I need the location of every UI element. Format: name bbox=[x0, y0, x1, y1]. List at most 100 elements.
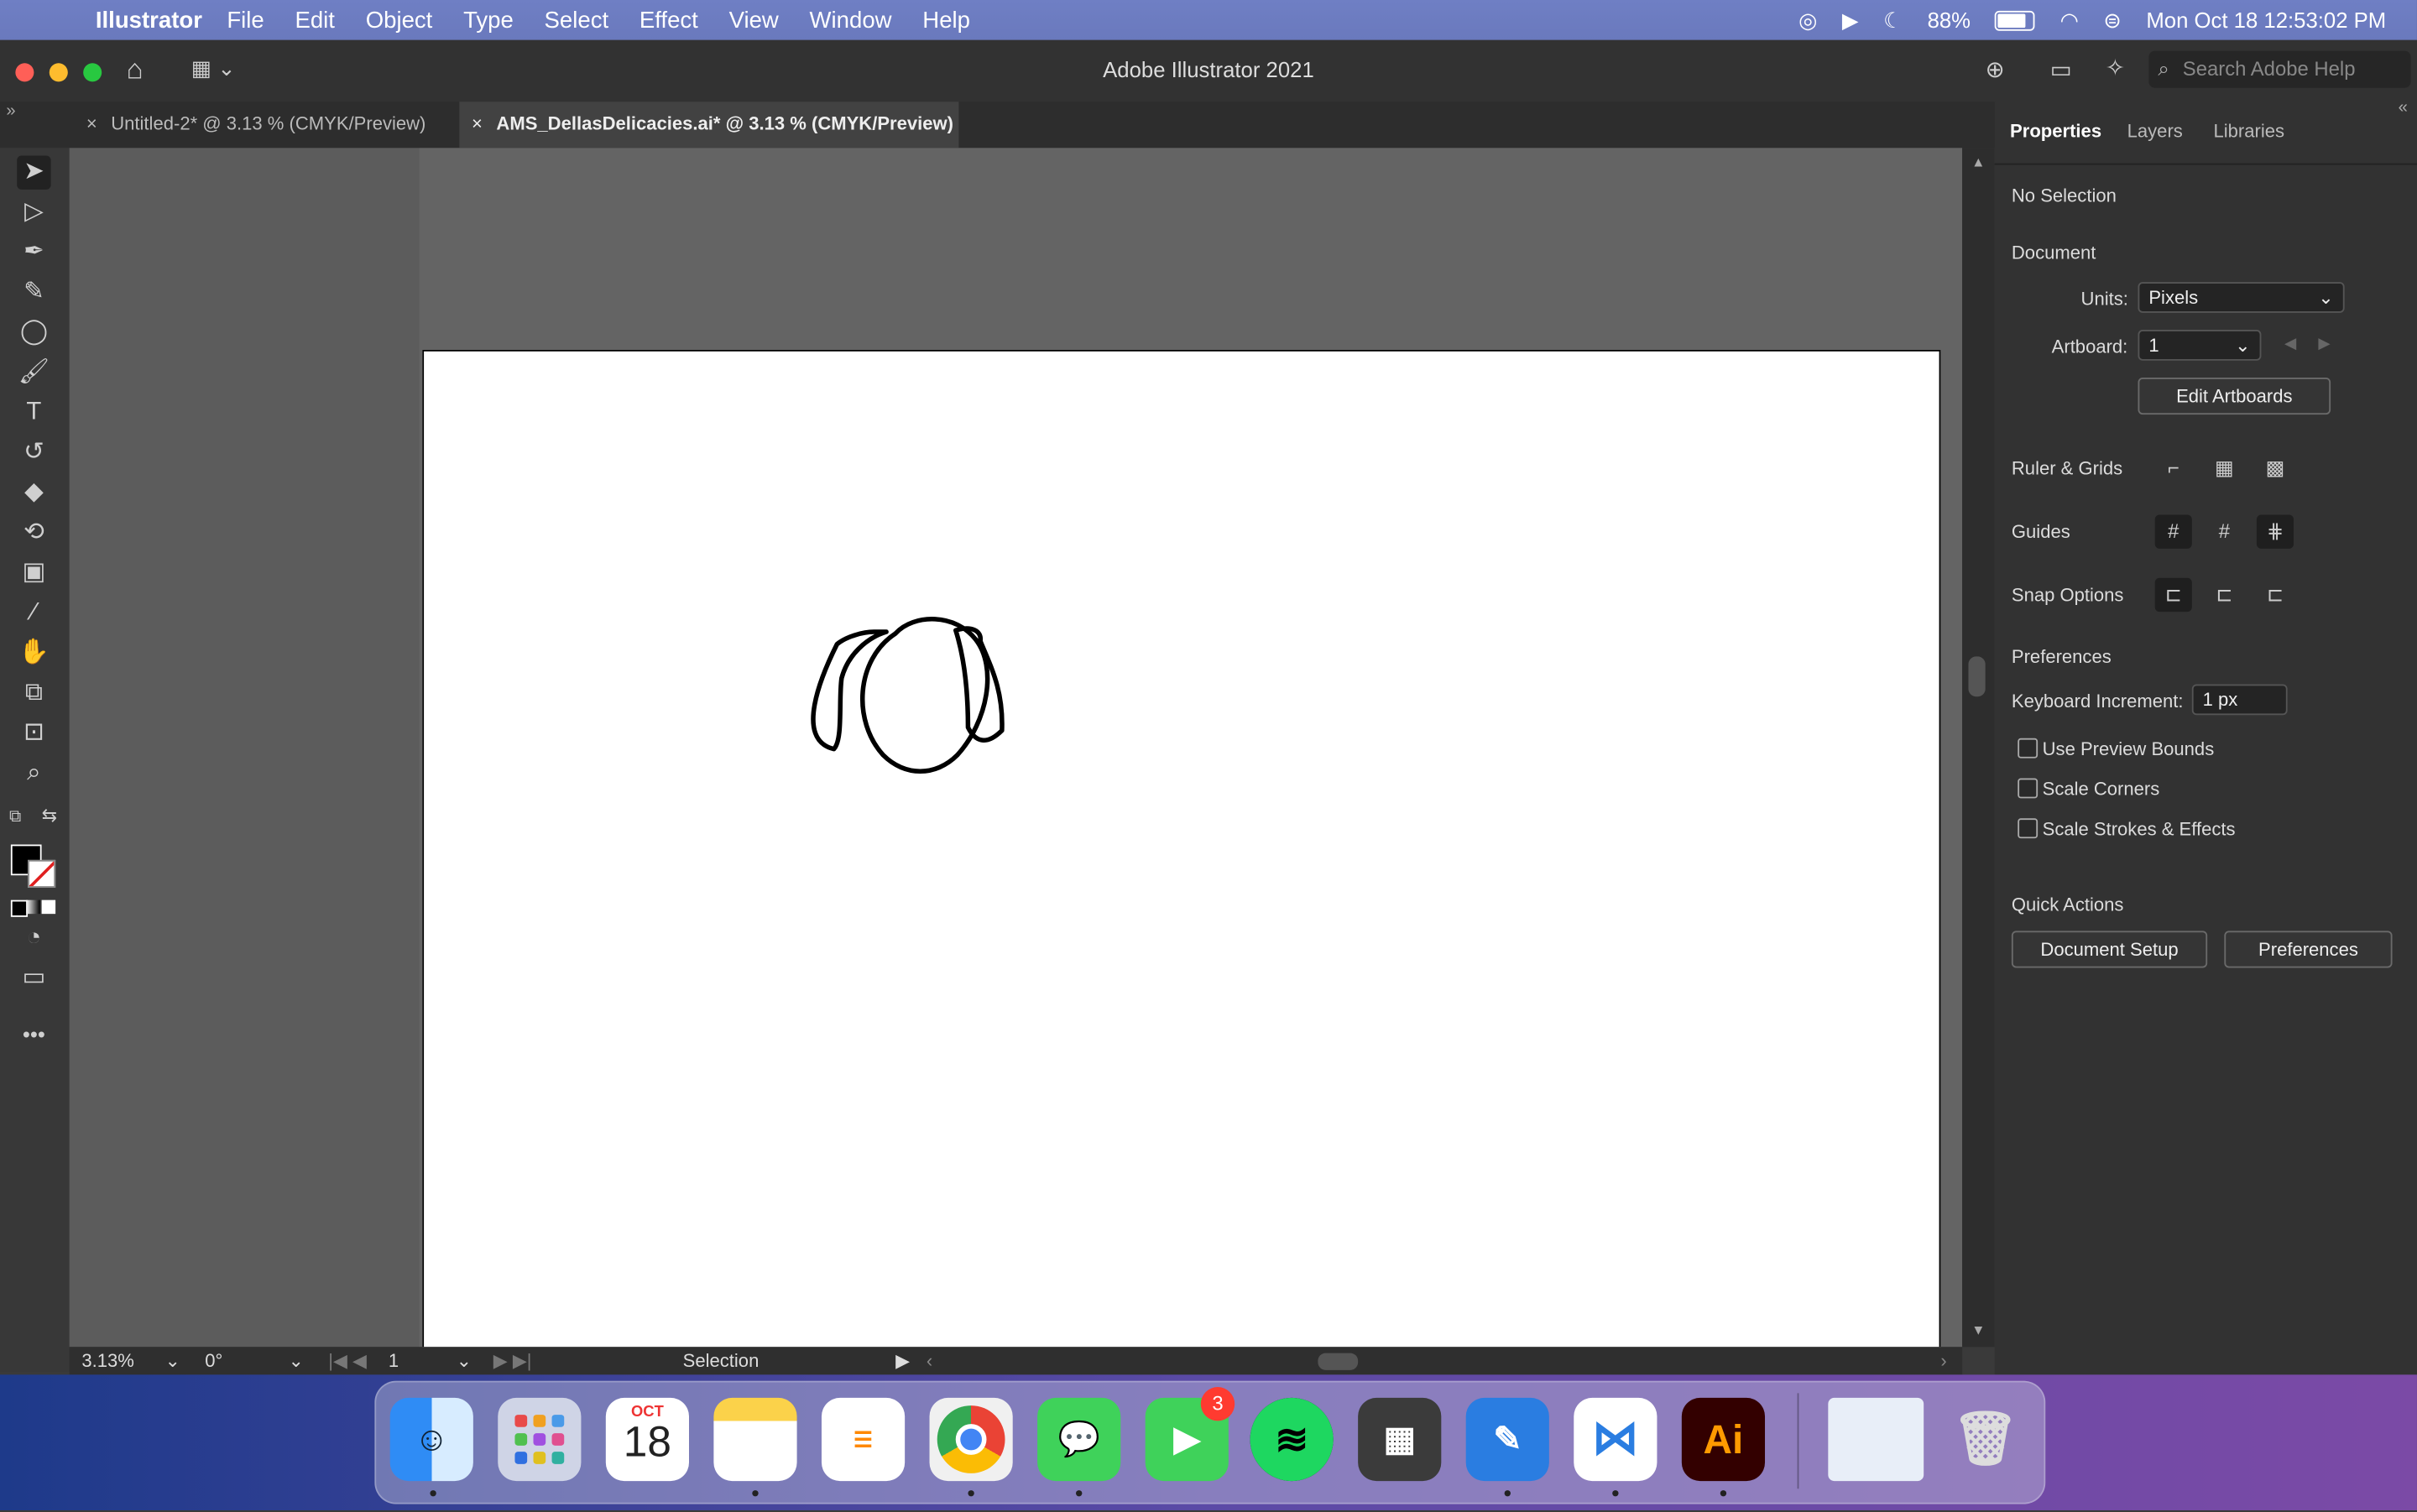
rotation-field[interactable]: 0° bbox=[205, 1350, 222, 1372]
discover-lightbulb-icon[interactable]: ✧ bbox=[2106, 54, 2125, 81]
artboard[interactable] bbox=[422, 349, 1941, 1348]
tab-ams-dellasdelicacies[interactable]: × AMS_DellasDelicacies.ai* @ 3.13 % (CMY… bbox=[459, 102, 959, 149]
canvas-area[interactable] bbox=[69, 148, 1963, 1348]
previous-artboard-icon[interactable]: ◀ bbox=[2284, 336, 2296, 352]
artboard-dropdown-icon[interactable]: ⌄ bbox=[457, 1350, 472, 1372]
rotation-dropdown-icon[interactable]: ⌄ bbox=[288, 1350, 303, 1372]
screen-mode-icon[interactable]: ▭ bbox=[17, 962, 50, 995]
creative-cloud-icon[interactable]: ◎ bbox=[1798, 7, 1817, 33]
zoom-dropdown-icon[interactable]: ⌄ bbox=[165, 1350, 180, 1372]
status-menu-icon[interactable]: ▶ bbox=[895, 1350, 910, 1372]
battery-icon[interactable] bbox=[1995, 9, 2036, 30]
play-icon[interactable]: ▶ bbox=[1842, 7, 1859, 33]
tab-untitled-2[interactable]: × Untitled-2* @ 3.13 % (CMYK/Preview) bbox=[74, 102, 457, 148]
pen-tool-icon[interactable]: ✒ bbox=[17, 236, 50, 269]
close-tab-icon[interactable]: × bbox=[472, 102, 483, 144]
grid-icon[interactable]: ▦ bbox=[2206, 451, 2242, 485]
preferences-button[interactable]: Preferences bbox=[2224, 931, 2393, 968]
close-tab-icon[interactable]: × bbox=[86, 102, 97, 144]
scroll-down-icon[interactable]: ▼ bbox=[1971, 1322, 1985, 1337]
paintbrush-tool-icon[interactable]: 🖌 bbox=[17, 356, 50, 389]
tab-layers[interactable]: Layers bbox=[2127, 120, 2183, 142]
sketch-pen-icon[interactable]: ✎ bbox=[1465, 1397, 1549, 1482]
launchpad-icon[interactable] bbox=[498, 1397, 582, 1482]
more-tools-icon[interactable]: ••• bbox=[17, 1017, 50, 1051]
direct-selection-tool-icon[interactable]: ▷ bbox=[17, 196, 50, 229]
tab-libraries[interactable]: Libraries bbox=[2214, 120, 2285, 142]
eraser-tool-icon[interactable]: ◆ bbox=[17, 477, 50, 510]
wifi-icon[interactable]: ◠ bbox=[2060, 7, 2079, 33]
vertical-scroll-thumb[interactable] bbox=[1968, 656, 1986, 697]
menu-help[interactable]: Help bbox=[922, 7, 970, 33]
collapse-toolbar-icon[interactable]: » bbox=[6, 102, 15, 120]
finder-icon[interactable]: ☺ bbox=[389, 1397, 473, 1482]
first-artboard-icon[interactable]: |◀ ◀ bbox=[328, 1350, 367, 1372]
menu-window[interactable]: Window bbox=[810, 7, 892, 33]
artboard-select[interactable]: 1 ⌄ bbox=[2138, 330, 2262, 361]
dog-head-drawing[interactable] bbox=[424, 352, 1939, 1348]
curvature-tool-icon[interactable]: ✎ bbox=[17, 276, 50, 310]
spotify-icon[interactable]: ≋ bbox=[1250, 1397, 1334, 1482]
scale-strokes-effects-checkbox[interactable] bbox=[2018, 818, 2039, 839]
control-center-icon[interactable]: ⊜ bbox=[2103, 7, 2122, 33]
artboard-tool-icon[interactable]: ⊡ bbox=[17, 717, 50, 750]
warp-tool-icon[interactable]: ⟲ bbox=[17, 516, 50, 550]
menu-file[interactable]: File bbox=[227, 7, 264, 33]
selection-tool-icon[interactable]: ➤ bbox=[17, 155, 51, 190]
type-tool-icon[interactable]: T bbox=[17, 396, 50, 430]
menu-type[interactable]: Type bbox=[463, 7, 514, 33]
app-menu[interactable]: Illustrator bbox=[96, 7, 202, 33]
next-artboard-icon[interactable]: ▶ ▶| bbox=[493, 1350, 532, 1372]
lock-guides-icon[interactable]: # bbox=[2206, 514, 2242, 548]
swap-colors-icon[interactable]: ⇆ bbox=[42, 805, 57, 826]
transparency-grid-icon[interactable]: ▩ bbox=[2257, 451, 2294, 485]
menu-effect[interactable]: Effect bbox=[639, 7, 698, 33]
color-mode-icon[interactable] bbox=[10, 899, 29, 917]
zoom-level-field[interactable]: 3.13% bbox=[81, 1350, 134, 1372]
menu-select[interactable]: Select bbox=[545, 7, 609, 33]
snap-to-pixel-icon[interactable]: ⊏ bbox=[2206, 578, 2242, 612]
help-search-field[interactable]: ⌕ Search Adobe Help bbox=[2148, 50, 2411, 88]
ellipse-tool-icon[interactable]: ◯ bbox=[17, 316, 50, 350]
puppet-warp-tool-icon[interactable]: ✋ bbox=[17, 637, 50, 670]
keyboard-increment-field[interactable]: 1 px bbox=[2191, 684, 2288, 716]
recent-window-thumbnail-icon[interactable] bbox=[1828, 1397, 1924, 1482]
notes-icon[interactable] bbox=[713, 1397, 797, 1482]
use-preview-bounds-checkbox[interactable] bbox=[2018, 738, 2039, 759]
chrome-icon[interactable] bbox=[929, 1397, 1013, 1482]
illustrator-icon[interactable]: Ai bbox=[1681, 1397, 1766, 1482]
calculator-icon[interactable]: ▦ bbox=[1358, 1397, 1442, 1482]
vertical-scrollbar[interactable]: ▲ ▼ bbox=[1962, 148, 1995, 1348]
scroll-left-icon[interactable]: ‹ bbox=[927, 1350, 932, 1372]
moon-icon[interactable]: ☾ bbox=[1883, 7, 1903, 33]
none-mode-icon[interactable] bbox=[41, 899, 56, 915]
vscode-icon[interactable]: ⋈ bbox=[1574, 1397, 1657, 1482]
tab-properties[interactable]: Properties bbox=[2010, 120, 2101, 142]
default-colors-icon[interactable]: ⧉ bbox=[9, 807, 21, 827]
messages-icon[interactable]: 💬 bbox=[1037, 1397, 1121, 1482]
calendar-icon[interactable]: OCT 18 bbox=[605, 1397, 690, 1482]
arrange-documents-icon[interactable]: ▭ bbox=[2050, 55, 2072, 83]
menu-edit[interactable]: Edit bbox=[295, 7, 334, 33]
gradient-mode-icon[interactable] bbox=[26, 899, 40, 915]
scale-corners-checkbox[interactable] bbox=[2018, 778, 2039, 799]
horizontal-scroll-thumb[interactable] bbox=[1318, 1353, 1359, 1370]
gradient-tool-icon[interactable]: ▣ bbox=[17, 556, 50, 590]
trash-icon[interactable]: 🗑 bbox=[1944, 1398, 2027, 1481]
scroll-up-icon[interactable]: ▲ bbox=[1971, 154, 1985, 169]
rotate-tool-icon[interactable]: ↺ bbox=[17, 436, 50, 470]
show-guides-icon[interactable]: # bbox=[2154, 514, 2192, 549]
next-artboard-panel-icon[interactable]: ▶ bbox=[2318, 336, 2330, 352]
units-dropdown[interactable]: Pixels ⌄ bbox=[2138, 282, 2345, 313]
stroke-color-swatch[interactable] bbox=[28, 859, 56, 888]
share-user-icon[interactable]: ⊕ bbox=[1986, 55, 2005, 83]
document-setup-button[interactable]: Document Setup bbox=[2011, 931, 2208, 968]
edit-artboards-button[interactable]: Edit Artboards bbox=[2138, 377, 2331, 415]
scroll-right-icon[interactable]: › bbox=[1940, 1350, 1946, 1372]
eyedropper-tool-icon[interactable]: ⁄ bbox=[17, 597, 50, 630]
zoom-tool-icon[interactable]: ⌕ bbox=[17, 757, 50, 790]
draw-mode-icon[interactable]: ◔ bbox=[17, 921, 50, 955]
snap-to-point-icon[interactable]: ⊏ bbox=[2154, 577, 2192, 613]
rulers-icon[interactable]: ⌐ bbox=[2155, 451, 2192, 485]
reminders-icon[interactable]: ☰ bbox=[821, 1397, 906, 1482]
